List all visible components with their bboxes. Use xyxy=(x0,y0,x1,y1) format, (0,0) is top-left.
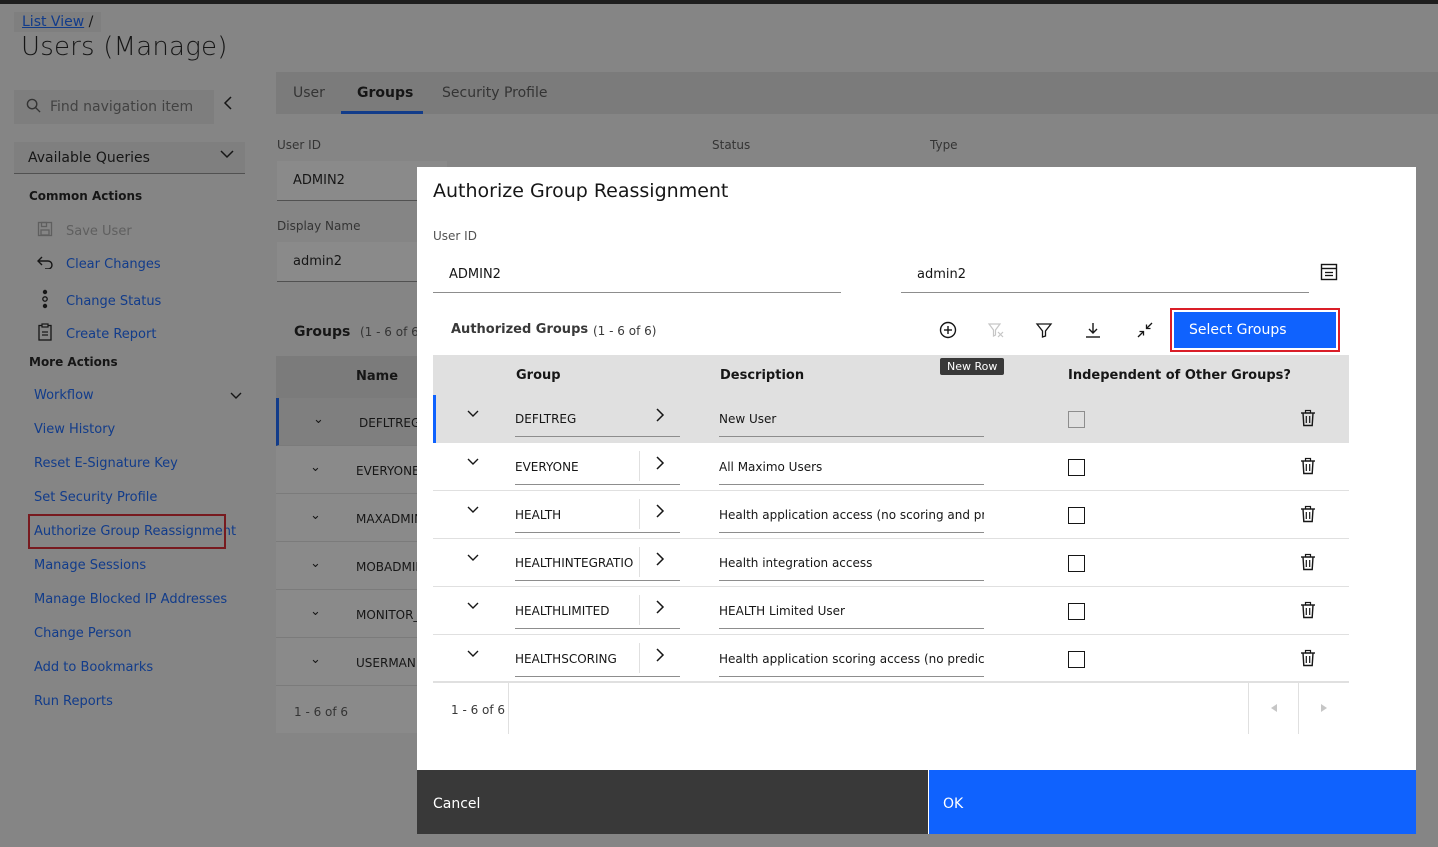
previous-page-button[interactable] xyxy=(1248,682,1298,734)
description-field[interactable]: All Maximo Users xyxy=(719,449,984,485)
independent-checkbox[interactable] xyxy=(1068,411,1085,428)
select-groups-button[interactable]: Select Groups xyxy=(1170,308,1340,352)
next-page-button[interactable] xyxy=(1298,682,1348,734)
filter-icon[interactable] xyxy=(1034,320,1054,340)
pagination-divider xyxy=(508,682,509,734)
independent-checkbox[interactable] xyxy=(1068,555,1085,572)
download-icon[interactable] xyxy=(1083,320,1103,340)
table-row[interactable]: HEALTHLIMITED HEALTH Limited User xyxy=(433,587,1349,635)
delete-icon[interactable] xyxy=(1299,505,1317,523)
cell-divider xyxy=(639,499,640,529)
pagination-count: 1 - 6 of 6 xyxy=(451,703,506,717)
column-description-header[interactable]: Description xyxy=(720,368,804,383)
table-row[interactable]: DEFLTREG New User xyxy=(433,395,1349,443)
chevron-right-icon[interactable] xyxy=(654,600,666,614)
chevron-down-icon[interactable] xyxy=(466,599,480,613)
clear-filter-icon[interactable] xyxy=(986,320,1006,340)
table-row[interactable]: HEALTH Health application access (no sco… xyxy=(433,491,1349,539)
chevron-down-icon[interactable] xyxy=(466,647,480,661)
authorized-groups-count: (1 - 6 of 6) xyxy=(593,324,657,338)
independent-checkbox[interactable] xyxy=(1068,507,1085,524)
delete-icon[interactable] xyxy=(1299,553,1317,571)
authorize-group-reassignment-dialog: Authorize Group Reassignment User ID ADM… xyxy=(417,167,1416,834)
user-id-field[interactable]: ADMIN2 xyxy=(433,257,841,293)
grid-header: Group Description Independent of Other G… xyxy=(433,355,1349,395)
chevron-down-icon[interactable] xyxy=(466,551,480,565)
delete-icon[interactable] xyxy=(1299,409,1317,427)
cell-divider xyxy=(639,547,640,577)
column-group-header[interactable]: Group xyxy=(516,368,561,383)
lookup-icon[interactable] xyxy=(1320,263,1338,281)
new-row-tooltip: New Row xyxy=(940,358,1005,375)
collapse-icon[interactable] xyxy=(1135,320,1155,340)
chevron-down-icon[interactable] xyxy=(466,455,480,469)
independent-checkbox[interactable] xyxy=(1068,651,1085,668)
caret-right-icon xyxy=(1320,704,1327,712)
caret-left-icon xyxy=(1270,704,1277,712)
independent-checkbox[interactable] xyxy=(1068,459,1085,476)
cell-divider xyxy=(639,643,640,673)
authorized-groups-title: Authorized Groups xyxy=(451,322,589,337)
add-row-icon[interactable] xyxy=(938,320,958,340)
user-id-label: User ID xyxy=(433,229,477,243)
delete-icon[interactable] xyxy=(1299,457,1317,475)
description-field[interactable]: HEALTH Limited User xyxy=(719,593,984,629)
ok-button[interactable]: OK xyxy=(929,770,1416,834)
cell-divider xyxy=(639,595,640,625)
dialog-title: Authorize Group Reassignment xyxy=(433,180,729,202)
column-independent-header[interactable]: Independent of Other Groups? xyxy=(1068,368,1291,383)
independent-checkbox[interactable] xyxy=(1068,603,1085,620)
table-row[interactable]: EVERYONE All Maximo Users xyxy=(433,443,1349,491)
cell-divider xyxy=(639,451,640,481)
chevron-down-icon[interactable] xyxy=(466,503,480,517)
chevron-right-icon[interactable] xyxy=(654,648,666,662)
table-row[interactable]: HEALTHSCORING Health application scoring… xyxy=(433,635,1349,683)
table-row[interactable]: HEALTHINTEGRATIO Health integration acce… xyxy=(433,539,1349,587)
description-field[interactable]: Health application access (no scoring an… xyxy=(719,497,984,533)
delete-icon[interactable] xyxy=(1299,601,1317,619)
chevron-down-icon[interactable] xyxy=(466,407,480,421)
row-selected-indicator xyxy=(433,395,436,443)
description-field[interactable]: New User xyxy=(719,401,984,437)
chevron-right-icon[interactable] xyxy=(654,408,666,422)
cancel-button[interactable]: Cancel xyxy=(417,770,928,834)
chevron-right-icon[interactable] xyxy=(654,456,666,470)
delete-icon[interactable] xyxy=(1299,649,1317,667)
grid-pagination: 1 - 6 of 6 xyxy=(433,681,1349,734)
description-field[interactable]: Health integration access xyxy=(719,545,984,581)
description-field[interactable]: Health application scoring access (no pr… xyxy=(719,641,984,677)
chevron-right-icon[interactable] xyxy=(654,504,666,518)
chevron-right-icon[interactable] xyxy=(654,552,666,566)
user-name-field[interactable]: admin2 xyxy=(901,257,1309,293)
